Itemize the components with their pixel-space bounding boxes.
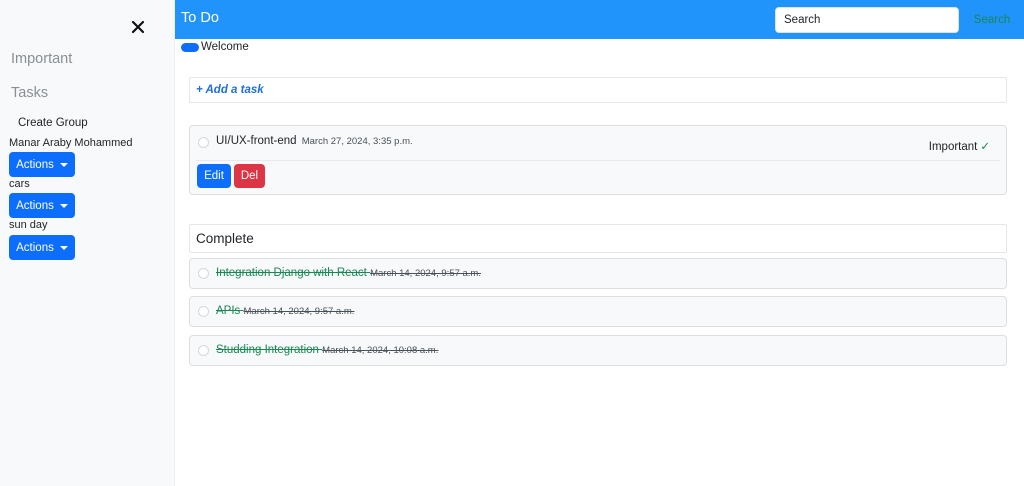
- task-complete-radio[interactable]: [198, 306, 209, 317]
- completed-task-title: Studding Integration: [216, 344, 319, 356]
- task-card: UI/UX-front-end March 27, 2024, 3:35 p.m…: [189, 125, 1007, 195]
- group-name: cars: [9, 178, 30, 190]
- add-task-link[interactable]: + Add a task: [196, 84, 264, 96]
- important-label: Important: [928, 141, 978, 153]
- completed-task-title: Integration Django with React: [216, 267, 367, 279]
- create-group-button[interactable]: Create Group: [18, 117, 88, 129]
- completed-task-date: March 14, 2024, 9:57 a.m.: [243, 306, 355, 317]
- task-title: UI/UX-front-end: [216, 135, 297, 147]
- completed-task-row: APIs March 14, 2024, 9:57 a.m.: [189, 296, 1007, 327]
- sidebar-item-important[interactable]: Important: [11, 51, 72, 67]
- completed-task-date: March 14, 2024, 10:08 a.m.: [322, 345, 439, 356]
- app-title[interactable]: To Do: [181, 10, 219, 26]
- complete-title: Complete: [196, 231, 254, 246]
- group-actions-button[interactable]: Actions: [9, 152, 75, 177]
- completed-task-text: Studding Integration March 14, 2024, 10:…: [216, 344, 438, 356]
- navbar: To Do Search: [175, 0, 1024, 39]
- group-name: sun day: [9, 219, 48, 231]
- search-input[interactable]: [775, 7, 959, 33]
- task-title-row: UI/UX-front-end March 27, 2024, 3:35 p.m…: [216, 135, 413, 147]
- sidebar-item-tasks[interactable]: Tasks: [11, 85, 48, 101]
- welcome-text: Welcome: [201, 41, 249, 53]
- close-sidebar-button[interactable]: [128, 17, 148, 37]
- delete-button[interactable]: Del: [234, 164, 265, 188]
- completed-task-row: Integration Django with React March 14, …: [189, 258, 1007, 289]
- completed-task-title: APIs: [216, 305, 241, 317]
- caret-down-icon: [59, 245, 68, 250]
- caret-down-icon: [59, 162, 68, 167]
- completed-task-text: APIs March 14, 2024, 9:57 a.m.: [216, 305, 354, 317]
- group-actions-button[interactable]: Actions: [9, 193, 75, 218]
- check-icon: ✓: [980, 141, 990, 153]
- add-task-bar[interactable]: + Add a task: [189, 77, 1007, 103]
- task-complete-radio[interactable]: [198, 345, 209, 356]
- task-complete-radio[interactable]: [198, 137, 209, 148]
- sidebar: Important Tasks Create Group Manar Araby…: [0, 0, 175, 486]
- edit-button[interactable]: Edit: [197, 164, 231, 188]
- actions-label: Actions: [16, 199, 54, 212]
- caret-down-icon: [59, 203, 68, 208]
- task-date: March 27, 2024, 3:35 p.m.: [301, 136, 413, 147]
- task-complete-radio[interactable]: [198, 268, 209, 279]
- complete-section-header: Complete: [189, 224, 1007, 253]
- sidebar-toggle[interactable]: [181, 43, 199, 52]
- search-button[interactable]: Search: [966, 7, 1018, 33]
- group-actions-button[interactable]: Actions: [9, 235, 75, 260]
- group-name: Manar Araby Mohammed: [9, 137, 133, 149]
- actions-label: Actions: [16, 241, 54, 254]
- completed-task-date: March 14, 2024, 9:57 a.m.: [370, 268, 481, 279]
- actions-label: Actions: [16, 158, 54, 171]
- completed-task-text: Integration Django with React March 14, …: [216, 267, 481, 279]
- divider: [196, 160, 1000, 161]
- important-toggle[interactable]: Important ✓: [929, 139, 990, 153]
- completed-task-row: Studding Integration March 14, 2024, 10:…: [189, 335, 1007, 366]
- close-icon: [131, 20, 145, 34]
